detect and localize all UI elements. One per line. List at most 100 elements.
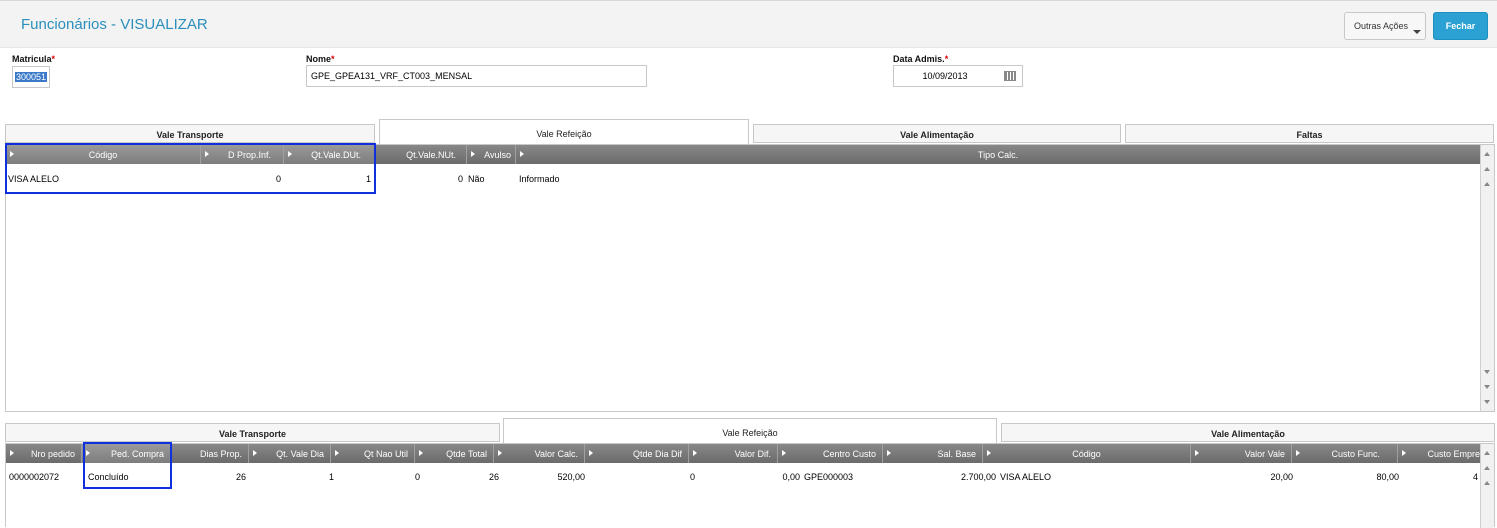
page-title: Funcionários - VISUALIZAR [21, 16, 208, 33]
col-avulso[interactable]: Avulso [467, 145, 516, 164]
page-header: Funcionários - VISUALIZAR Outras Ações F… [0, 0, 1497, 48]
col-qt-nao-util[interactable]: Qt Nao Util [331, 444, 415, 463]
col-valor-calc-label: Valor Calc. [534, 449, 578, 459]
cell-valor-vale: 20,00 [1270, 472, 1293, 482]
col-tipo-calc-label: Tipo Calc. [977, 150, 1019, 160]
col-valor-vale-label: Valor Vale [1244, 449, 1285, 459]
cell-qt-vale-nut: 0 [457, 174, 463, 184]
col-qtde-total[interactable]: Qtde Total [415, 444, 494, 463]
col-qt-vale-dia[interactable]: Qt. Vale Dia [249, 444, 331, 463]
tab-faltas[interactable]: Faltas [1125, 124, 1494, 143]
nome-value: GPE_GPEA131_VRF_CT003_MENSAL [311, 71, 473, 81]
col-custo-empre[interactable]: Custo Empre [1398, 444, 1480, 463]
scroll-page-up-icon[interactable] [1484, 466, 1490, 470]
fechar-button[interactable]: Fechar [1433, 12, 1488, 40]
data-admis-label-text: Data Admis. [893, 54, 945, 64]
nome-label-text: Nome [306, 54, 332, 64]
cell-dias-prop: 26 [235, 472, 246, 482]
col-menu-icon[interactable] [782, 450, 786, 456]
highlight-box [83, 442, 172, 489]
col-custo-func-label: Custo Func. [1331, 449, 1380, 459]
scroll-page-down-icon[interactable] [1484, 385, 1490, 389]
cell-nro-pedido: 0000002072 [9, 472, 60, 482]
data-admis-value: 10/09/2013 [922, 71, 968, 81]
scroll-page-up-icon[interactable] [1484, 167, 1490, 171]
scroll-down-icon[interactable] [1484, 370, 1490, 374]
matricula-label-text: Matricula [12, 54, 52, 64]
tab-vale-transporte-bottom[interactable]: Vale Transporte [5, 423, 500, 442]
cell-sal-base: 2.700,00 [960, 472, 996, 482]
col-menu-icon[interactable] [1402, 450, 1406, 456]
col-menu-icon[interactable] [1296, 450, 1300, 456]
bottom-grid-scrollbar[interactable] [1480, 444, 1494, 528]
col-qtde-dia-dif[interactable]: Qtde Dia Dif [585, 444, 689, 463]
col-qt-vale-dia-label: Qt. Vale Dia [276, 449, 324, 459]
calendar-icon[interactable] [1004, 71, 1016, 81]
col-qt-nao-util-label: Qt Nao Util [363, 449, 408, 459]
col-valor-dif-label: Valor Dif. [734, 449, 771, 459]
scroll-top-icon[interactable] [1484, 152, 1490, 156]
col-centro-custo[interactable]: Centro Custo [778, 444, 883, 463]
cell-tipo-calc: Informado [519, 174, 560, 184]
cell-qtde-total: 26 [488, 472, 499, 482]
outras-acoes-button[interactable]: Outras Ações [1344, 12, 1426, 40]
col-centro-custo-label: Centro Custo [822, 449, 876, 459]
cell-avulso: Não [468, 174, 485, 184]
outras-acoes-label: Outras Ações [1354, 21, 1409, 31]
col-codigo-bottom[interactable]: Código [983, 444, 1191, 463]
scroll-bottom-icon[interactable] [1484, 400, 1490, 404]
col-sal-base[interactable]: Sal. Base [883, 444, 983, 463]
col-menu-icon[interactable] [589, 450, 593, 456]
col-menu-icon[interactable] [1195, 450, 1199, 456]
col-menu-icon[interactable] [335, 450, 339, 456]
col-valor-dif[interactable]: Valor Dif. [689, 444, 778, 463]
col-tipo-calc[interactable]: Tipo Calc. [516, 145, 1480, 164]
cell-valor-dif: 0,00 [782, 472, 800, 482]
col-valor-calc[interactable]: Valor Calc. [494, 444, 585, 463]
col-menu-icon[interactable] [419, 450, 423, 456]
col-menu-icon[interactable] [10, 450, 14, 456]
col-menu-icon[interactable] [887, 450, 891, 456]
cell-custo-func: 80,00 [1376, 472, 1399, 482]
col-menu-icon[interactable] [253, 450, 257, 456]
cell-custo-empre: 4 [1472, 472, 1478, 482]
cell-valor-calc: 520,00 [557, 472, 585, 482]
col-menu-icon[interactable] [498, 450, 502, 456]
col-custo-empre-label: Custo Empre [1427, 449, 1480, 459]
col-valor-vale[interactable]: Valor Vale [1191, 444, 1292, 463]
scroll-up-icon[interactable] [1484, 481, 1490, 485]
col-qt-vale-nut-label: Qt.Vale.NUt. [406, 150, 456, 160]
col-codigo-bottom-label: Código [1072, 449, 1101, 459]
tab-vale-alimentacao[interactable]: Vale Alimentação [753, 124, 1121, 143]
col-custo-func[interactable]: Custo Func. [1292, 444, 1398, 463]
cell-qt-nao-util: 0 [414, 472, 420, 482]
col-dias-prop[interactable]: Dias Prop. [172, 444, 249, 463]
cell-codigo: VISA ALELO [1000, 472, 1052, 482]
cell-qtde-dia-dif: 0 [689, 472, 695, 482]
col-menu-icon[interactable] [693, 450, 697, 456]
highlight-box [5, 143, 376, 194]
top-grid-scrollbar[interactable] [1480, 145, 1494, 411]
nome-label: Nome* [306, 54, 335, 64]
scroll-up-icon[interactable] [1484, 182, 1490, 186]
col-menu-icon[interactable] [471, 151, 475, 157]
bottom-grid-header: Nro pedido Ped. Compra Dias Prop. Qt. Va… [6, 444, 1480, 463]
tab-vale-alimentacao-bottom[interactable]: Vale Alimentação [1001, 423, 1495, 442]
nome-field[interactable]: GPE_GPEA131_VRF_CT003_MENSAL [306, 65, 647, 87]
tab-vale-transporte[interactable]: Vale Transporte [5, 124, 375, 143]
scroll-top-icon[interactable] [1484, 451, 1490, 455]
tab-vale-refeicao-bottom[interactable]: Vale Refeição [503, 418, 997, 443]
data-admis-field[interactable]: 10/09/2013 [893, 65, 1023, 87]
matricula-label: Matricula* [12, 54, 55, 64]
col-nro-pedido[interactable]: Nro pedido [6, 444, 82, 463]
data-admis-label: Data Admis.* [893, 54, 948, 64]
col-qt-vale-nut[interactable]: Qt.Vale.NUt. [376, 145, 467, 164]
col-menu-icon[interactable] [520, 151, 524, 157]
col-sal-base-label: Sal. Base [937, 449, 976, 459]
chevron-down-icon [1413, 30, 1421, 34]
col-nro-pedido-label: Nro pedido [30, 449, 75, 459]
col-menu-icon[interactable] [987, 450, 991, 456]
matricula-field[interactable]: 300051 [12, 66, 50, 88]
col-qtde-total-label: Qtde Total [446, 449, 487, 459]
tab-vale-refeicao[interactable]: Vale Refeição [379, 119, 749, 144]
